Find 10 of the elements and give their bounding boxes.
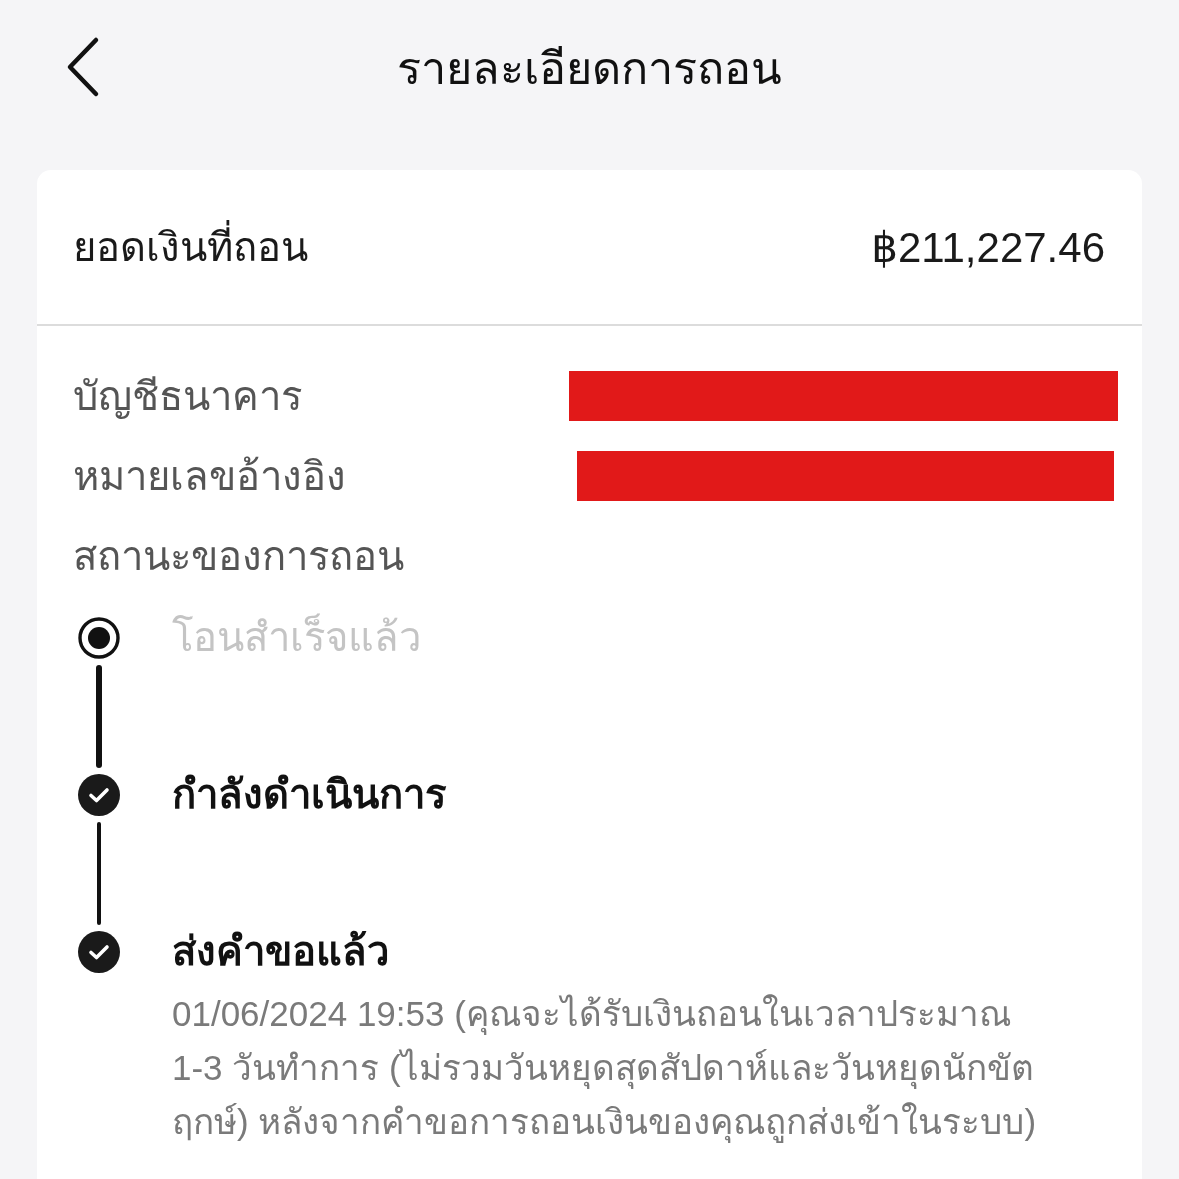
status-label: สถานะของการถอน [73,533,405,580]
page-title: รายละเอียดการถอน [397,42,782,96]
detail-label: บัญชีธนาคาร [73,373,302,421]
step-label: โอนสำเร็จแล้ว [172,615,421,659]
amount-label: ยอดเงินที่ถอน [73,215,308,279]
step-note: 01/06/2024 19:53 (คุณจะได้รับเงินถอนในเวลาประมาณ 1-3 วันทำการ (ไม่รวมวันหยุดสุดสัปดาห์และวันหยุดนักขัตฤกษ์) หลังจากคำขอการถอนเงินของคุณถูกส่งเข้าในระบบ) [172,993,1038,1145]
amount-value: ฿211,227.46 [871,222,1105,272]
detail-label: หมายเลขอ้างอิง [73,453,346,500]
step-label: กำลังดำเนินการ [172,772,446,816]
step-label: ส่งคำขอแล้ว [172,929,389,973]
